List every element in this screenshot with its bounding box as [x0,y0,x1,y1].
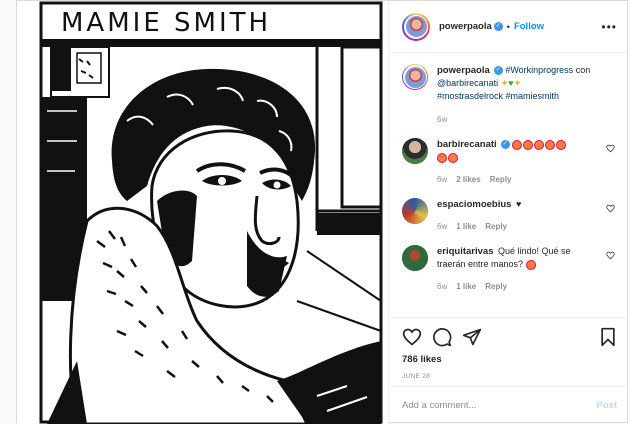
heart-eyes-emoji-icon [545,139,556,150]
comments-list: powerpaola ✓ #Workinprogress con @barbire… [390,54,629,316]
reply-button[interactable]: Reply [485,222,507,231]
avatar[interactable] [402,64,428,90]
heart-eyes-emoji-icon [556,139,567,150]
heart-eyes-emoji-icon [523,139,534,150]
header-username[interactable]: powerpaola [439,21,492,32]
comment-item: eriquitarivas Qué lindo! Qué se traerán … [402,245,617,293]
mention-link[interactable]: @barbirecanati [437,78,498,88]
post-header: powerpaola ✓ • Follow ••• [390,1,629,53]
avatar[interactable] [402,138,428,164]
comment-username[interactable]: eriquitarivas [437,246,494,257]
action-bar: 786 likes JUNE 28 [390,317,629,380]
caption-time[interactable]: 6w [437,115,447,124]
hashtag-link[interactable]: #mostrasdelrock [437,91,503,101]
reply-button[interactable]: Reply [490,175,512,184]
likes-count[interactable]: 786 likes [402,354,617,365]
like-comment-heart-icon[interactable] [606,204,615,213]
heart-eyes-emoji-icon [448,152,458,163]
comment-time[interactable]: 6w [437,222,447,231]
heart-eyes-emoji-icon [512,139,523,150]
like-comment-heart-icon[interactable] [606,251,615,260]
verified-badge-icon: ✓ [500,140,510,150]
avatar[interactable] [402,198,428,224]
comment-username[interactable]: barbirecanati [437,139,497,150]
comment-input[interactable] [402,400,597,411]
hashtag-link[interactable]: #Workinprogress [505,65,573,75]
caption: powerpaola ✓ #Workinprogress con @barbire… [402,64,617,126]
verified-badge-icon: ✓ [493,22,503,31]
avatar[interactable] [402,12,430,41]
comment-username[interactable]: espaciomoebius [437,199,511,210]
emoji-icon: ✦ [513,78,522,88]
add-comment-bar: Post [390,386,629,424]
follow-button[interactable]: Follow [514,21,544,32]
mamie-smith-illustration: MAMIE SMITH [17,1,388,424]
heart-eyes-emoji-icon [534,139,545,150]
avatar[interactable] [402,245,428,271]
comment-item: barbirecanati ✓ 6w 2 likes Reply [402,138,617,186]
like-comment-heart-icon[interactable] [606,144,615,153]
post-card: MAMIE SMITH powerpaola ✓ • Follow ••• po… [16,0,629,424]
reply-button[interactable]: Reply [485,282,507,291]
share-paper-plane-icon[interactable] [462,327,482,347]
post-sidebar: powerpaola ✓ • Follow ••• powerpaola ✓ #W… [390,1,629,424]
comment-likes[interactable]: 1 like [456,282,476,291]
save-bookmark-icon[interactable] [599,327,617,347]
comment-time[interactable]: 6w [437,175,447,184]
verified-badge-icon: ✓ [493,66,503,76]
heart-eyes-emoji-icon [525,259,536,270]
comment-item: espaciomoebius ♥ 6w 1 like Reply [402,198,617,233]
comment-text: ♥ [515,199,522,209]
comment-time[interactable]: 6w [437,282,447,291]
post-comment-button[interactable]: Post [596,400,617,411]
caption-username[interactable]: powerpaola [437,65,490,76]
comment-likes[interactable]: 1 like [456,222,476,231]
like-heart-icon[interactable] [402,327,422,347]
hashtag-link[interactable]: #mamiesmith [506,91,560,101]
caption-text: con [573,65,591,75]
post-image[interactable]: MAMIE SMITH [17,1,389,424]
post-date[interactable]: JUNE 28 [402,373,617,380]
illustration-title: MAMIE SMITH [61,8,271,38]
comment-bubble-icon[interactable] [432,327,452,347]
separator-dot: • [506,21,510,32]
more-horizontal-icon[interactable]: ••• [601,20,617,34]
comment-likes[interactable]: 2 likes [456,175,480,184]
heart-eyes-emoji-icon [437,152,447,163]
